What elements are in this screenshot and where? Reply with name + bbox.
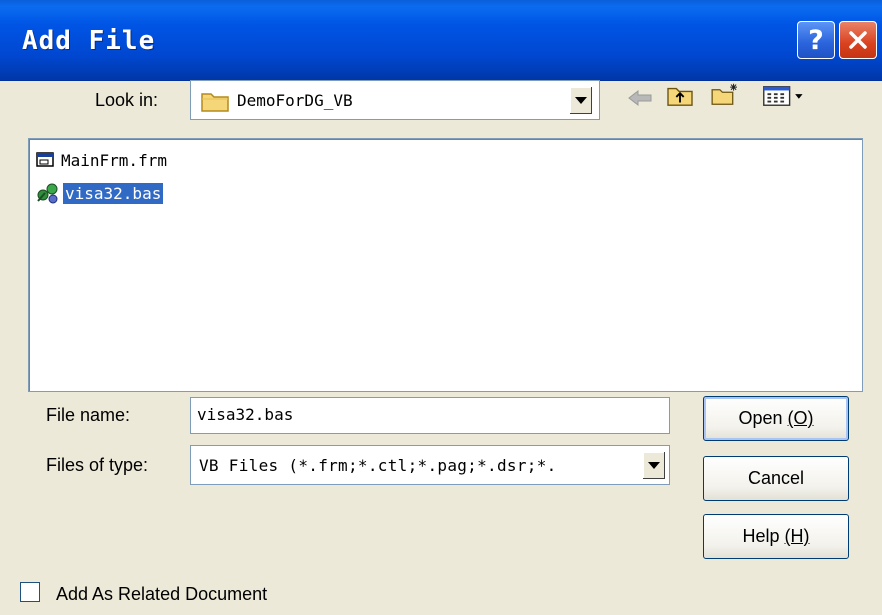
close-button[interactable] (839, 21, 877, 59)
cancel-button-label: Cancel (747, 468, 805, 488)
close-icon (849, 31, 867, 49)
module-file-icon (37, 183, 58, 204)
file-name-label: MainFrm.frm (61, 150, 167, 170)
file-name-value: visa32.bas (197, 405, 294, 424)
look-in-combo[interactable]: DemoForDG_VB (190, 80, 600, 120)
title-bar: Add File ? (0, 0, 882, 81)
files-of-type-label: Files of type: (46, 455, 149, 475)
cancel-button[interactable]: Cancel (703, 456, 849, 501)
open-button-shortcut: (O) (787, 408, 814, 428)
list-item-visa32[interactable]: visa32.bas (35, 180, 164, 206)
window-title: Add File (22, 26, 156, 56)
list-item-mainfrm[interactable]: MainFrm.frm (35, 147, 169, 173)
file-name-input[interactable]: visa32.bas (190, 397, 670, 434)
question-mark-icon: ? (808, 25, 824, 56)
related-document-checkbox[interactable] (20, 582, 40, 602)
files-of-type-value: VB Files (*.frm;*.ctl;*.pag;*.dsr;*. (199, 456, 557, 475)
files-of-type-dropdown-button[interactable] (642, 452, 665, 479)
look-in-label: Look in: (95, 90, 159, 110)
folder-icon (201, 93, 229, 112)
view-menu-icon[interactable] (760, 84, 810, 108)
help-button[interactable]: Help (H) (703, 514, 849, 559)
look-in-dropdown-button[interactable] (569, 87, 592, 114)
files-of-type-combo[interactable]: VB Files (*.frm;*.ctl;*.pag;*.dsr;*. (190, 445, 670, 485)
look-in-value: DemoForDG_VB (237, 91, 353, 110)
up-folder-icon[interactable] (665, 84, 695, 108)
related-document-label: Add As Related Document (56, 584, 268, 604)
file-name-label: File name: (46, 405, 131, 425)
file-name-label: visa32.bas (63, 182, 164, 204)
open-button[interactable]: Open (O) (703, 396, 849, 441)
file-list[interactable]: MainFrm.frm visa32.bas (28, 138, 863, 392)
new-folder-icon[interactable] (708, 82, 742, 106)
back-arrow-icon[interactable] (626, 86, 654, 110)
form-file-icon (36, 152, 54, 167)
help-button-shortcut: (H) (784, 526, 810, 546)
help-button-label: Help (742, 526, 780, 546)
open-button-label: Open (738, 408, 783, 428)
help-title-button[interactable]: ? (797, 21, 835, 59)
add-file-dialog: Add File ? Look in: DemoForDG_VB MainFrm… (0, 0, 882, 615)
